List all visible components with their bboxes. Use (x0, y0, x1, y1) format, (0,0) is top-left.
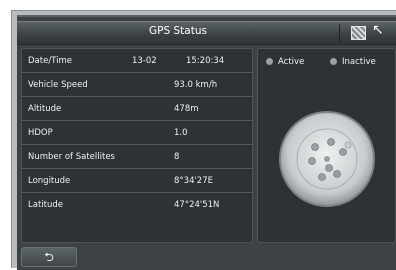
inactive-dot-icon (330, 58, 337, 65)
satellite-dot (324, 156, 330, 162)
date-time-row: Date/Time 13-02 15:20:34 (22, 49, 252, 73)
cursor-arrow-icon[interactable]: ↖ (372, 22, 384, 38)
map-icon[interactable] (351, 26, 366, 40)
back-arrow-icon: ⮌ (44, 250, 54, 264)
row-label: Longitude (28, 176, 71, 186)
time-value: 15:20:34 (186, 56, 225, 66)
satellite-sky-plot (279, 111, 375, 207)
info-row-altitude: Altitude 478m (22, 97, 252, 121)
row-label: Altitude (28, 104, 62, 114)
info-row-latitude: Latitude 47°24'51N (22, 193, 252, 216)
title-separator (339, 24, 340, 42)
row-value: 8 (174, 152, 180, 162)
legend-active-label: Active (278, 57, 305, 67)
gps-status-screen: GPS Status ↖ Date/Time 13-02 15:20:34 Ve… (17, 15, 396, 270)
row-value: 1.0 (174, 128, 188, 138)
page-title: GPS Status (149, 25, 207, 37)
device-frame: GPS Status ↖ Date/Time 13-02 15:20:34 Ve… (11, 10, 396, 270)
info-row-hdop: HDOP 1.0 (22, 121, 252, 145)
legend-inactive-label: Inactive (342, 57, 376, 67)
satellite-dot (311, 143, 319, 151)
row-label: Vehicle Speed (28, 80, 88, 90)
satellite-dot (333, 170, 341, 178)
satellite-sky-panel: Active Inactive (257, 48, 396, 243)
active-dot-icon (266, 58, 273, 65)
date-value: 13-02 (132, 56, 157, 66)
info-row-satellites: Number of Satellites 8 (22, 145, 252, 169)
back-button[interactable]: ⮌ (21, 247, 77, 267)
info-row-longitude: Longitude 8°34'27E (22, 169, 252, 193)
satellite-dot (308, 157, 316, 165)
satellite-dot (325, 164, 333, 172)
row-label: Number of Satellites (28, 152, 115, 162)
row-value: 478m (174, 104, 199, 114)
satellite-dot (344, 141, 352, 149)
row-label: Latitude (28, 200, 63, 210)
title-bar: GPS Status ↖ (17, 21, 396, 45)
legend-active: Active (266, 57, 304, 67)
row-label: HDOP (28, 128, 53, 138)
satellite-dot (339, 148, 347, 156)
row-value: 8°34'27E (174, 176, 213, 186)
satellite-dot (327, 138, 335, 146)
satellite-dot (318, 173, 326, 181)
info-row-vehicle-speed: Vehicle Speed 93.0 km/h (22, 73, 252, 97)
gps-info-panel: Date/Time 13-02 15:20:34 Vehicle Speed 9… (21, 48, 253, 243)
date-time-label: Date/Time (28, 56, 72, 66)
legend-inactive: Inactive (330, 57, 376, 67)
row-value: 47°24'51N (174, 200, 220, 210)
row-value: 93.0 km/h (174, 80, 218, 90)
